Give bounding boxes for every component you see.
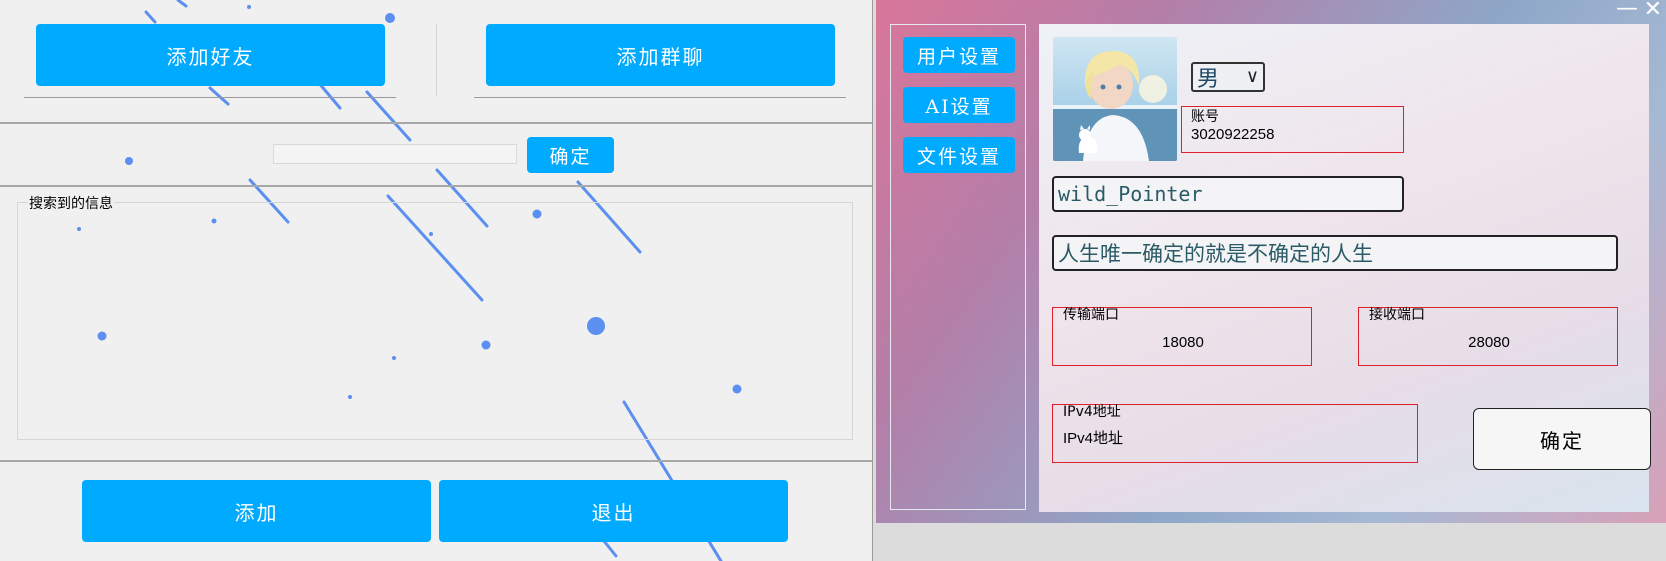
nav-ai-settings[interactable]: AI设置 [903,87,1015,123]
separator-bottom [0,460,872,462]
settings-nav: 用户设置 AI设置 文件设置 [890,24,1026,510]
add-button[interactable]: 添加 [82,480,431,542]
user-settings-panel: 男 ∨ 账号 3020922258 wild_Pointer 人生唯一确定的就是… [1039,24,1651,512]
minimize-icon[interactable]: — [1616,0,1638,20]
chevron-down-icon: ∨ [1245,66,1259,87]
add-friend-window: 添加好友 添加群聊 确定 搜索到的信息 添加 退出 [0,0,873,561]
recv-port-label: 接收端口 [1369,307,1425,323]
add-friend-underline [24,97,396,98]
account-value: 3020922258 [1191,126,1275,143]
close-icon[interactable]: ✕ [1644,0,1662,21]
send-port-input[interactable] [1059,334,1307,351]
add-friend-button[interactable]: 添加好友 [36,24,385,86]
separator-top [0,122,872,124]
nav-user-settings[interactable]: 用户设置 [903,37,1015,73]
gender-select[interactable]: 男 ∨ [1191,62,1265,92]
account-label: 账号 [1191,109,1219,125]
tab-divider [436,24,437,96]
avatar[interactable] [1053,37,1177,161]
signature-value: 人生唯一确定的就是不确定的人生 [1058,242,1373,266]
search-input[interactable] [273,144,517,164]
add-group-underline [474,97,846,98]
nav-file-settings[interactable]: 文件设置 [903,137,1015,173]
recv-port-input[interactable] [1365,334,1613,351]
settings-confirm-button[interactable]: 确定 [1473,408,1651,470]
search-results-groupbox [17,202,853,440]
exit-button[interactable]: 退出 [439,480,788,542]
signature-input[interactable]: 人生唯一确定的就是不确定的人生 [1052,235,1618,271]
add-group-button[interactable]: 添加群聊 [486,24,835,86]
separator-middle [0,185,872,187]
username-input[interactable]: wild_Pointer [1052,176,1404,212]
search-results-title: 搜索到的信息 [28,193,114,213]
ipv4-input[interactable] [1063,429,1403,446]
username-value: wild_Pointer [1058,182,1203,206]
search-confirm-button[interactable]: 确定 [527,137,614,173]
gender-value: 男 [1197,67,1220,92]
ipv4-label: IPv4地址 [1063,404,1121,420]
settings-window: — ✕ 用户设置 AI设置 文件设置 男 ∨ 账号 3020922258 wil… [876,0,1666,523]
send-port-label: 传输端口 [1063,307,1119,323]
